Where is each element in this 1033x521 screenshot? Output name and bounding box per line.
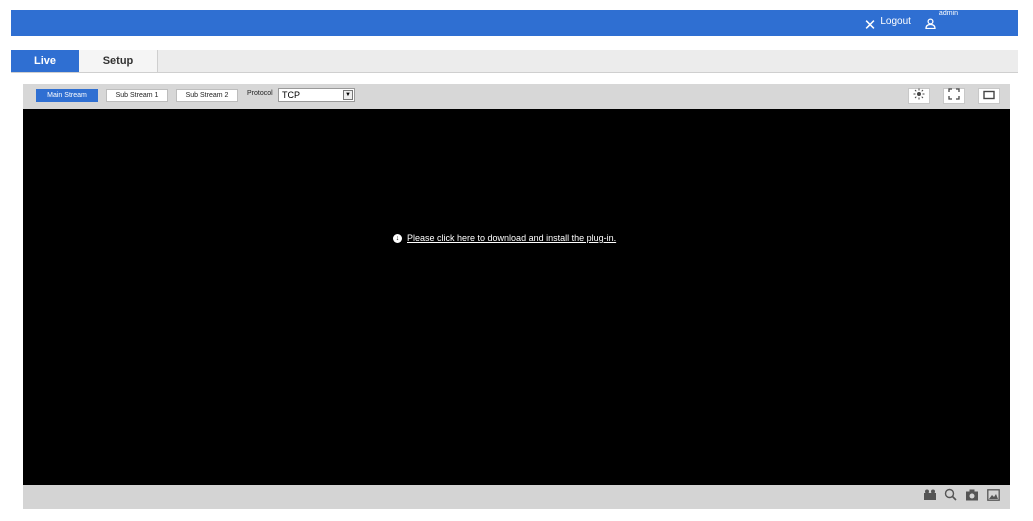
brightness-icon	[913, 87, 925, 105]
logout-button[interactable]: ✕ Logout	[864, 14, 911, 33]
top-header: ✕ Logout admin	[11, 10, 1018, 36]
zoom-button[interactable]	[943, 488, 957, 506]
download-icon: ↓	[393, 233, 402, 243]
tab-live[interactable]: Live	[11, 50, 79, 72]
chevron-down-icon: ▼	[343, 90, 353, 100]
plugin-download-link[interactable]: ↓ Please click here to download and inst…	[393, 233, 616, 243]
window-size-button[interactable]	[978, 88, 1000, 104]
sub-stream-2-button[interactable]: Sub Stream 2	[176, 89, 238, 102]
window-size-icon	[983, 87, 995, 105]
image-icon	[986, 488, 1000, 506]
snapshot-icon	[965, 488, 979, 506]
protocol-value: TCP	[282, 90, 300, 100]
protocol-label: Protocol	[247, 90, 273, 97]
snapshot-button[interactable]	[965, 488, 979, 506]
tab-setup[interactable]: Setup	[79, 50, 158, 72]
stream-toolbar: Main Stream Sub Stream 1 Sub Stream 2 Pr…	[23, 84, 1010, 109]
protocol-select[interactable]: TCP ▼	[278, 88, 355, 102]
plugin-message: Please click here to download and instal…	[407, 233, 617, 243]
brightness-button[interactable]	[908, 88, 930, 104]
record-button[interactable]	[923, 488, 937, 506]
sub-stream-1-button[interactable]: Sub Stream 1	[106, 89, 168, 102]
bottom-toolbar	[23, 485, 1010, 509]
username: admin	[938, 10, 958, 17]
tab-bar: Live Setup	[11, 50, 1018, 73]
fullscreen-icon	[948, 87, 960, 105]
close-icon: ✕	[863, 16, 877, 34]
zoom-icon	[944, 488, 957, 506]
record-icon	[923, 488, 937, 506]
header-right: ✕ Logout admin	[864, 10, 958, 36]
logout-label: Logout	[880, 15, 911, 27]
video-viewport[interactable]: ↓ Please click here to download and inst…	[23, 109, 1010, 485]
fullscreen-button[interactable]	[943, 88, 965, 104]
user-info: admin	[925, 10, 958, 34]
image-button[interactable]	[986, 488, 1000, 506]
user-icon	[925, 16, 936, 34]
main-stream-button[interactable]: Main Stream	[36, 89, 98, 102]
